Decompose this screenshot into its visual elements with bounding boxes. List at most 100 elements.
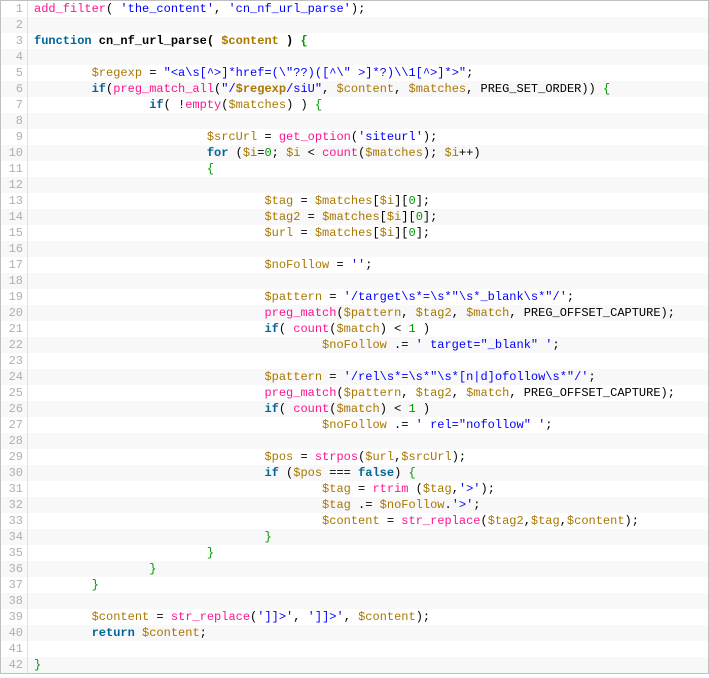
code-line: 39 $content = str_replace(']]>', ']]>', … bbox=[1, 609, 708, 625]
code-content: if(preg_match_all("/$regexp/siU", $conte… bbox=[28, 81, 610, 97]
line-number: 21 bbox=[1, 321, 28, 337]
line-number: 19 bbox=[1, 289, 28, 305]
code-line: 21 if( count($match) < 1 ) bbox=[1, 321, 708, 337]
code-content: $noFollow .= ' target="_blank" '; bbox=[28, 337, 560, 353]
line-number: 5 bbox=[1, 65, 28, 81]
line-number: 10 bbox=[1, 145, 28, 161]
code-content: } bbox=[28, 545, 214, 561]
code-content: if ($pos === false) { bbox=[28, 465, 416, 481]
code-content: $content = str_replace($tag2,$tag,$conte… bbox=[28, 513, 639, 529]
line-number: 33 bbox=[1, 513, 28, 529]
line-number: 32 bbox=[1, 497, 28, 513]
line-number: 36 bbox=[1, 561, 28, 577]
code-line: 2 bbox=[1, 17, 708, 33]
code-content: preg_match($pattern, $tag2, $match, PREG… bbox=[28, 385, 675, 401]
code-line: 19 $pattern = '/target\s*=\s*"\s*_blank\… bbox=[1, 289, 708, 305]
line-number: 18 bbox=[1, 273, 28, 289]
code-content: $url = $matches[$i][0]; bbox=[28, 225, 430, 241]
code-line: 25 preg_match($pattern, $tag2, $match, P… bbox=[1, 385, 708, 401]
code-line: 41 bbox=[1, 641, 708, 657]
line-number: 20 bbox=[1, 305, 28, 321]
line-number: 16 bbox=[1, 241, 28, 257]
code-line: 16 bbox=[1, 241, 708, 257]
code-line: 11 { bbox=[1, 161, 708, 177]
code-line: 13 $tag = $matches[$i][0]; bbox=[1, 193, 708, 209]
code-content: function cn_nf_url_parse( $content ) { bbox=[28, 33, 308, 49]
code-content: $noFollow = ''; bbox=[28, 257, 372, 273]
line-number: 3 bbox=[1, 33, 28, 49]
code-content: if( !empty($matches) ) { bbox=[28, 97, 322, 113]
line-number: 25 bbox=[1, 385, 28, 401]
code-content: $pattern = '/rel\s*=\s*"\s*[n|d]ofollow\… bbox=[28, 369, 596, 385]
code-line: 14 $tag2 = $matches[$i][0]; bbox=[1, 209, 708, 225]
code-content: $noFollow .= ' rel="nofollow" '; bbox=[28, 417, 553, 433]
code-content bbox=[28, 433, 34, 449]
code-content: { bbox=[28, 161, 214, 177]
code-content: add_filter( 'the_content', 'cn_nf_url_pa… bbox=[28, 1, 365, 17]
code-line: 5 $regexp = "<a\s[^>]*href=(\"??)([^\" >… bbox=[1, 65, 708, 81]
code-content: } bbox=[28, 657, 41, 673]
code-line: 35 } bbox=[1, 545, 708, 561]
code-line: 8 bbox=[1, 113, 708, 129]
line-number: 1 bbox=[1, 1, 28, 17]
code-content: $tag = rtrim ($tag,'>'); bbox=[28, 481, 495, 497]
line-number: 26 bbox=[1, 401, 28, 417]
code-line: 24 $pattern = '/rel\s*=\s*"\s*[n|d]ofoll… bbox=[1, 369, 708, 385]
line-number: 22 bbox=[1, 337, 28, 353]
line-number: 9 bbox=[1, 129, 28, 145]
line-number: 13 bbox=[1, 193, 28, 209]
line-number: 12 bbox=[1, 177, 28, 193]
code-line: 18 bbox=[1, 273, 708, 289]
code-content bbox=[28, 177, 34, 193]
line-number: 6 bbox=[1, 81, 28, 97]
code-line: 32 $tag .= $noFollow.'>'; bbox=[1, 497, 708, 513]
code-line: 17 $noFollow = ''; bbox=[1, 257, 708, 273]
code-content bbox=[28, 273, 34, 289]
line-number: 30 bbox=[1, 465, 28, 481]
code-line: 34 } bbox=[1, 529, 708, 545]
code-content bbox=[28, 593, 34, 609]
code-block: 1add_filter( 'the_content', 'cn_nf_url_p… bbox=[0, 0, 709, 674]
line-number: 39 bbox=[1, 609, 28, 625]
code-content: if( count($match) < 1 ) bbox=[28, 321, 430, 337]
code-line: 6 if(preg_match_all("/$regexp/siU", $con… bbox=[1, 81, 708, 97]
code-content: $pattern = '/target\s*=\s*"\s*_blank\s*"… bbox=[28, 289, 574, 305]
line-number: 7 bbox=[1, 97, 28, 113]
code-line: 29 $pos = strpos($url,$srcUrl); bbox=[1, 449, 708, 465]
code-content: } bbox=[28, 529, 272, 545]
code-line: 4 bbox=[1, 49, 708, 65]
code-line: 26 if( count($match) < 1 ) bbox=[1, 401, 708, 417]
line-number: 14 bbox=[1, 209, 28, 225]
line-number: 38 bbox=[1, 593, 28, 609]
code-line: 31 $tag = rtrim ($tag,'>'); bbox=[1, 481, 708, 497]
line-number: 24 bbox=[1, 369, 28, 385]
code-content: preg_match($pattern, $tag2, $match, PREG… bbox=[28, 305, 675, 321]
code-content bbox=[28, 641, 34, 657]
code-content: $srcUrl = get_option('siteurl'); bbox=[28, 129, 437, 145]
line-number: 41 bbox=[1, 641, 28, 657]
line-number: 8 bbox=[1, 113, 28, 129]
line-number: 2 bbox=[1, 17, 28, 33]
code-line: 7 if( !empty($matches) ) { bbox=[1, 97, 708, 113]
line-number: 29 bbox=[1, 449, 28, 465]
code-content bbox=[28, 113, 34, 129]
code-content: } bbox=[28, 577, 99, 593]
code-content bbox=[28, 353, 34, 369]
code-content bbox=[28, 49, 34, 65]
code-line: 36 } bbox=[1, 561, 708, 577]
line-number: 23 bbox=[1, 353, 28, 369]
line-number: 28 bbox=[1, 433, 28, 449]
code-line: 27 $noFollow .= ' rel="nofollow" '; bbox=[1, 417, 708, 433]
code-line: 20 preg_match($pattern, $tag2, $match, P… bbox=[1, 305, 708, 321]
code-line: 3function cn_nf_url_parse( $content ) { bbox=[1, 33, 708, 49]
code-line: 12 bbox=[1, 177, 708, 193]
code-line: 9 $srcUrl = get_option('siteurl'); bbox=[1, 129, 708, 145]
line-number: 31 bbox=[1, 481, 28, 497]
code-content: $tag = $matches[$i][0]; bbox=[28, 193, 430, 209]
code-line: 42} bbox=[1, 657, 708, 673]
code-line: 33 $content = str_replace($tag2,$tag,$co… bbox=[1, 513, 708, 529]
line-number: 34 bbox=[1, 529, 28, 545]
code-content bbox=[28, 17, 34, 33]
line-number: 42 bbox=[1, 657, 28, 673]
line-number: 35 bbox=[1, 545, 28, 561]
